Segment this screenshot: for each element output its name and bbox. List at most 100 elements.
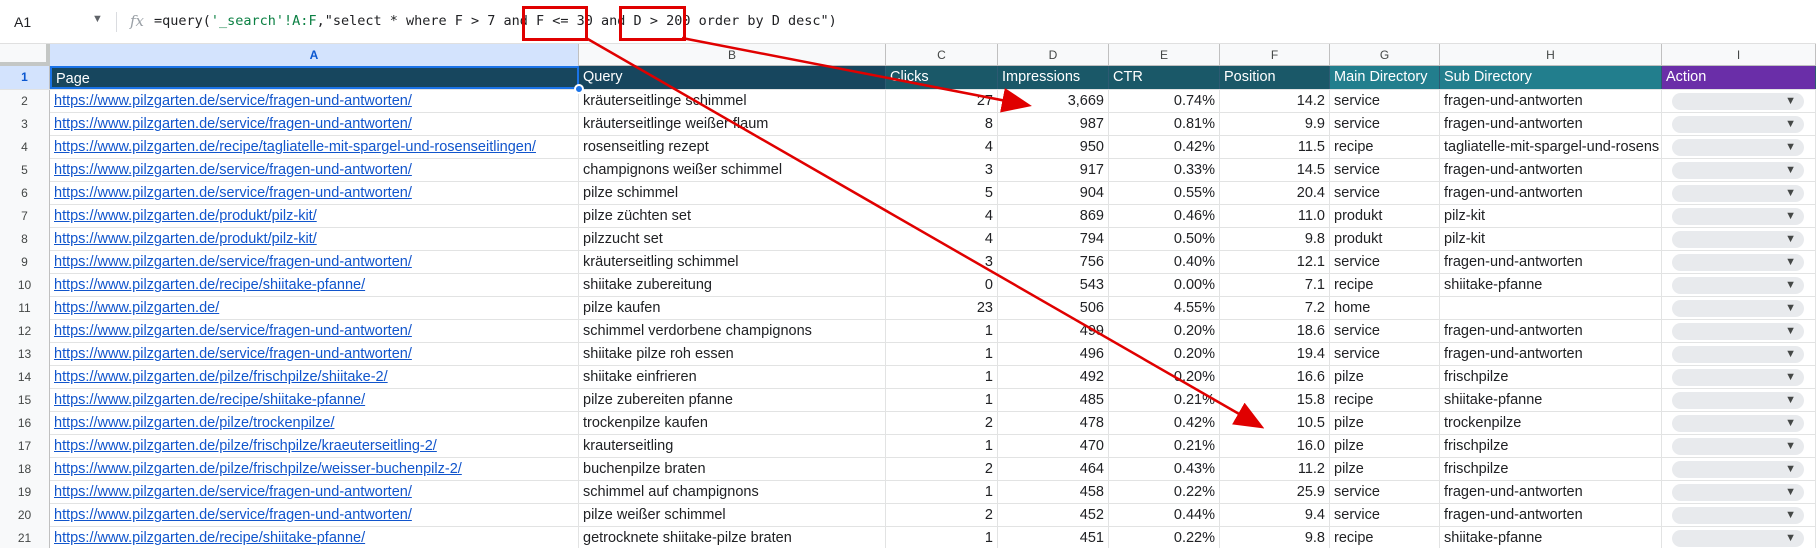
row-number[interactable]: 2 [0, 90, 50, 113]
column-header-f[interactable]: F [1220, 44, 1330, 66]
chevron-down-icon[interactable]: ▼ [1785, 163, 1796, 178]
chevron-down-icon[interactable]: ▼ [1785, 301, 1796, 316]
row-number[interactable]: 1 [0, 66, 50, 89]
column-header-b[interactable]: B [579, 44, 886, 66]
row-number[interactable]: 4 [0, 136, 50, 159]
action-dropdown[interactable]: ▼ [1672, 277, 1804, 294]
header-cell-page[interactable]: Page [50, 66, 579, 89]
chevron-down-icon[interactable]: ▼ [1785, 94, 1796, 109]
chevron-down-icon[interactable]: ▼ [1785, 347, 1796, 362]
row-number[interactable]: 13 [0, 343, 50, 366]
header-cell-clicks[interactable]: Clicks [886, 66, 998, 89]
chevron-down-icon[interactable]: ▼ [1785, 278, 1796, 293]
cell-page[interactable]: https://www.pilzgarten.de/pilze/frischpi… [50, 435, 579, 458]
action-dropdown[interactable]: ▼ [1672, 461, 1804, 478]
cell-page[interactable]: https://www.pilzgarten.de/pilze/frischpi… [50, 366, 579, 389]
action-dropdown[interactable]: ▼ [1672, 254, 1804, 271]
cell-page[interactable]: https://www.pilzgarten.de/pilze/trockenp… [50, 412, 579, 435]
row-number[interactable]: 5 [0, 159, 50, 182]
action-dropdown[interactable]: ▼ [1672, 507, 1804, 524]
header-cell-impr[interactable]: Impressions [998, 66, 1109, 89]
header-cell-sub[interactable]: Sub Directory [1440, 66, 1662, 89]
row-number[interactable]: 19 [0, 481, 50, 504]
row-number[interactable]: 18 [0, 458, 50, 481]
column-header-g[interactable]: G [1330, 44, 1440, 66]
header-cell-action[interactable]: Action [1662, 66, 1816, 89]
row-number[interactable]: 7 [0, 205, 50, 228]
column-header-a[interactable]: A [50, 44, 579, 66]
chevron-down-icon[interactable]: ▼ [1785, 508, 1796, 523]
chevron-down-icon[interactable]: ▼ [1785, 140, 1796, 155]
cell-page[interactable]: https://www.pilzgarten.de/pilze/frischpi… [50, 458, 579, 481]
cell-page[interactable]: https://www.pilzgarten.de/service/fragen… [50, 504, 579, 527]
column-header-d[interactable]: D [998, 44, 1109, 66]
action-dropdown[interactable]: ▼ [1672, 415, 1804, 432]
action-dropdown[interactable]: ▼ [1672, 162, 1804, 179]
cell-page[interactable]: https://www.pilzgarten.de/service/fragen… [50, 320, 579, 343]
cell-page[interactable]: https://www.pilzgarten.de/produkt/pilz-k… [50, 205, 579, 228]
cell-page[interactable]: https://www.pilzgarten.de/service/fragen… [50, 90, 579, 113]
chevron-down-icon[interactable]: ▼ [1785, 370, 1796, 385]
row-number[interactable]: 9 [0, 251, 50, 274]
row-number[interactable]: 15 [0, 389, 50, 412]
cell-page[interactable]: https://www.pilzgarten.de/produkt/pilz-k… [50, 228, 579, 251]
action-dropdown[interactable]: ▼ [1672, 530, 1804, 547]
column-header-e[interactable]: E [1109, 44, 1220, 66]
row-number[interactable]: 20 [0, 504, 50, 527]
row-number[interactable]: 3 [0, 113, 50, 136]
action-dropdown[interactable]: ▼ [1672, 484, 1804, 501]
row-number[interactable]: 14 [0, 366, 50, 389]
action-dropdown[interactable]: ▼ [1672, 392, 1804, 409]
cell-page[interactable]: https://www.pilzgarten.de/ [50, 297, 579, 320]
row-number[interactable]: 12 [0, 320, 50, 343]
header-cell-query[interactable]: Query [579, 66, 886, 89]
chevron-down-icon[interactable]: ▼ [1785, 393, 1796, 408]
chevron-down-icon[interactable]: ▼ [1785, 117, 1796, 132]
chevron-down-icon[interactable]: ▼ [1785, 186, 1796, 201]
header-cell-pos[interactable]: Position [1220, 66, 1330, 89]
cell-page[interactable]: https://www.pilzgarten.de/recipe/shiitak… [50, 389, 579, 412]
chevron-down-icon[interactable]: ▼ [1785, 255, 1796, 270]
row-number[interactable]: 8 [0, 228, 50, 251]
row-number[interactable]: 6 [0, 182, 50, 205]
select-all-corner[interactable] [0, 44, 50, 66]
action-dropdown[interactable]: ▼ [1672, 139, 1804, 156]
row-number[interactable]: 11 [0, 297, 50, 320]
chevron-down-icon[interactable]: ▼ [1785, 232, 1796, 247]
column-header-h[interactable]: H [1440, 44, 1662, 66]
cell-page[interactable]: https://www.pilzgarten.de/service/fragen… [50, 251, 579, 274]
cell-page[interactable]: https://www.pilzgarten.de/service/fragen… [50, 159, 579, 182]
chevron-down-icon[interactable]: ▼ [1785, 531, 1796, 546]
header-cell-main[interactable]: Main Directory [1330, 66, 1440, 89]
action-dropdown[interactable]: ▼ [1672, 116, 1804, 133]
row-number[interactable]: 17 [0, 435, 50, 458]
cell-page[interactable]: https://www.pilzgarten.de/service/fragen… [50, 113, 579, 136]
action-dropdown[interactable]: ▼ [1672, 323, 1804, 340]
row-number[interactable]: 21 [0, 527, 50, 548]
cell-page[interactable]: https://www.pilzgarten.de/service/fragen… [50, 182, 579, 205]
row-number[interactable]: 10 [0, 274, 50, 297]
formula-input[interactable]: =query('_search'!A:F,"select * where F >… [154, 13, 837, 29]
row-number[interactable]: 16 [0, 412, 50, 435]
selection-fill-handle[interactable] [574, 84, 584, 94]
chevron-down-icon[interactable]: ▼ [1785, 462, 1796, 477]
action-dropdown[interactable]: ▼ [1672, 231, 1804, 248]
chevron-down-icon[interactable]: ▼ [1785, 439, 1796, 454]
column-header-c[interactable]: C [886, 44, 998, 66]
chevron-down-icon[interactable]: ▼ [1785, 416, 1796, 431]
cell-page[interactable]: https://www.pilzgarten.de/recipe/shiitak… [50, 274, 579, 297]
cell-page[interactable]: https://www.pilzgarten.de/recipe/shiitak… [50, 527, 579, 548]
action-dropdown[interactable]: ▼ [1672, 346, 1804, 363]
action-dropdown[interactable]: ▼ [1672, 438, 1804, 455]
action-dropdown[interactable]: ▼ [1672, 300, 1804, 317]
header-cell-ctr[interactable]: CTR [1109, 66, 1220, 89]
action-dropdown[interactable]: ▼ [1672, 208, 1804, 225]
action-dropdown[interactable]: ▼ [1672, 185, 1804, 202]
cell-page[interactable]: https://www.pilzgarten.de/recipe/tagliat… [50, 136, 579, 159]
chevron-down-icon[interactable]: ▼ [1785, 485, 1796, 500]
column-header-i[interactable]: I [1662, 44, 1816, 66]
action-dropdown[interactable]: ▼ [1672, 369, 1804, 386]
action-dropdown[interactable]: ▼ [1672, 93, 1804, 110]
cell-page[interactable]: https://www.pilzgarten.de/service/fragen… [50, 343, 579, 366]
chevron-down-icon[interactable]: ▼ [92, 13, 103, 25]
